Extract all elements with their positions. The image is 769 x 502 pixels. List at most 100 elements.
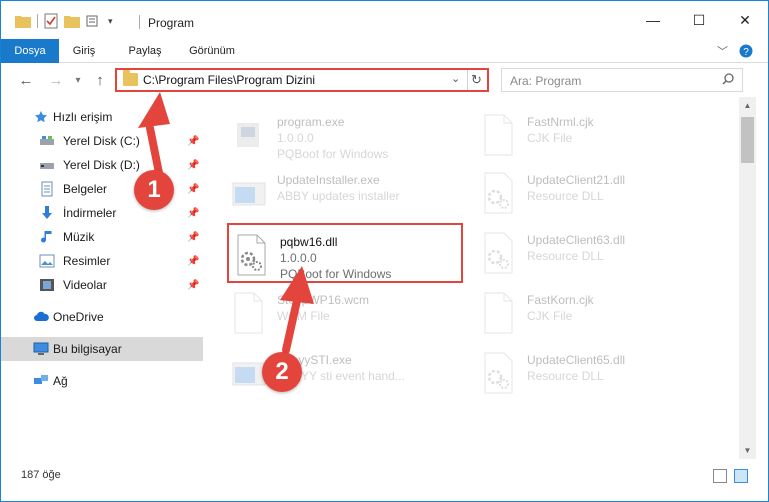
properties-icon[interactable] <box>44 13 58 29</box>
music-icon <box>39 229 55 245</box>
list-item[interactable]: UpdateClient63.dll Resource DLL <box>475 223 715 283</box>
new-folder-icon[interactable] <box>64 14 80 28</box>
downloads-icon <box>39 205 55 221</box>
list-item[interactable]: FastNrml.cjk CJK File <box>475 105 715 165</box>
list-item[interactable]: StoppWP16.wcm WCM File <box>225 283 465 343</box>
ribbon-tabs: Dosya Giriş Paylaş Görünüm ﹀ ? <box>1 39 768 99</box>
file-name: UpdateInstaller.exe <box>277 173 380 187</box>
dll-icon <box>484 172 513 214</box>
customize-icon[interactable] <box>86 14 102 28</box>
pin-icon[interactable]: 📌 <box>187 136 199 147</box>
close-button[interactable]: ✕ <box>722 1 768 39</box>
list-item[interactable]: UpdateClient21.dll Resource DLL <box>475 163 715 223</box>
file-type: CJK File <box>527 131 573 145</box>
file-version: 1.0.0.0 <box>277 131 314 145</box>
tab-share[interactable]: Paylaş <box>119 39 171 63</box>
search-input[interactable]: Ara: Program <box>501 68 743 92</box>
drive-icon <box>39 133 55 149</box>
maximize-button[interactable]: ☐ <box>676 1 722 39</box>
list-item[interactable]: program.exe 1.0.0.0 PQBoot for Windows <box>225 105 465 165</box>
star-icon <box>33 109 49 125</box>
app-icon <box>232 182 266 206</box>
sidebar-item-this-pc[interactable]: Bu bilgisayar <box>1 337 203 361</box>
vertical-scrollbar[interactable]: ▲ ▼ <box>739 97 756 459</box>
list-item[interactable]: AbbyySTI.exe ABBYY sti event hand... <box>225 343 465 403</box>
status-bar: 187 öğe <box>1 459 768 501</box>
sidebar-item-label: İndirmeler <box>63 206 117 220</box>
item-count: 187 öğe <box>21 469 61 481</box>
large-icons-view-icon[interactable] <box>734 469 748 483</box>
list-item[interactable]: FastKorn.cjk CJK File <box>475 283 715 343</box>
toolbar-separator <box>37 14 38 28</box>
list-item[interactable]: UpdateClient65.dll Resource DLL <box>475 343 715 403</box>
tab-home[interactable]: Giriş <box>63 39 105 63</box>
pin-icon[interactable]: 📌 <box>187 256 199 267</box>
pin-icon[interactable]: 📌 <box>187 160 199 171</box>
sidebar-item-label: Müzik <box>63 230 95 244</box>
sidebar-item-local-disk-c[interactable]: Yerel Disk (C:) 📌 <box>1 129 203 153</box>
address-path[interactable]: C:\Program Files\Program Dizini <box>143 73 315 87</box>
network-icon <box>33 373 49 389</box>
back-button[interactable]: ← <box>17 71 35 89</box>
window-title: Program <box>148 16 195 30</box>
details-view-icon[interactable] <box>713 469 727 483</box>
exe-icon <box>237 123 259 147</box>
sidebar-item-label: Yerel Disk (C:) <box>63 134 140 148</box>
sidebar-item-music[interactable]: Müzik 📌 <box>1 225 203 249</box>
sidebar-item-local-disk-d[interactable]: Yerel Disk (D:) 📌 <box>1 153 203 177</box>
pictures-icon <box>39 253 55 269</box>
title-bar: ▾ Program — ☐ ✕ <box>1 1 768 39</box>
drive-icon <box>39 157 55 173</box>
sidebar-item-onedrive[interactable]: OneDrive <box>1 305 203 329</box>
folder-icon <box>15 16 31 28</box>
minimize-button[interactable]: — <box>630 1 676 39</box>
file-name: UpdateClient65.dll <box>527 353 626 367</box>
chevron-down-icon[interactable]: ⌄ <box>451 72 460 85</box>
chevron-down-icon[interactable]: ▾ <box>108 16 113 27</box>
documents-icon <box>39 181 55 197</box>
file-type: Resource DLL <box>527 249 604 263</box>
sidebar-item-label: Belgeler <box>63 182 108 196</box>
file-icon <box>484 292 513 334</box>
file-description: ABBY updates installer <box>277 189 400 203</box>
ribbon-expand-icon[interactable]: ﹀ <box>717 43 728 59</box>
file-name: FastNrml.cjk <box>527 115 594 129</box>
file-icon <box>484 114 513 156</box>
file-type: Resource DLL <box>527 369 604 383</box>
sidebar-item-network[interactable]: Ağ <box>1 369 203 393</box>
cloud-icon <box>33 309 49 325</box>
navigation-pane: Hızlı erişim Yerel Disk (C:) 📌 Yerel Dis… <box>1 97 203 459</box>
refresh-icon[interactable]: ↻ <box>471 72 482 88</box>
search-placeholder: Ara: Program <box>510 74 582 88</box>
dll-icon <box>484 352 513 394</box>
sidebar-item-quick-access[interactable]: Hızlı erişim <box>1 105 203 129</box>
file-icon <box>234 292 263 334</box>
quick-access-toolbar: ▾ <box>15 13 113 29</box>
sidebar-item-videos[interactable]: Videolar 📌 <box>1 273 203 297</box>
address-divider <box>467 70 468 90</box>
search-icon[interactable] <box>722 73 734 85</box>
pin-icon[interactable]: 📌 <box>187 184 199 195</box>
videos-icon <box>39 277 55 293</box>
sidebar-item-pictures[interactable]: Resimler 📌 <box>1 249 203 273</box>
scroll-thumb[interactable] <box>741 117 754 163</box>
sidebar-item-label: Hızlı erişim <box>53 110 113 124</box>
scroll-up-icon[interactable]: ▲ <box>739 97 756 114</box>
callout-badge: 2 <box>262 352 302 392</box>
scroll-down-icon[interactable]: ▼ <box>739 442 756 459</box>
forward-button[interactable]: → <box>47 71 65 89</box>
address-bar[interactable]: C:\Program Files\Program Dizini ⌄ ↻ <box>115 68 489 92</box>
up-button[interactable]: ↑ <box>91 71 109 89</box>
pin-icon[interactable]: 📌 <box>187 208 199 219</box>
pin-icon[interactable]: 📌 <box>187 232 199 243</box>
sidebar-item-label: OneDrive <box>53 310 104 324</box>
file-description: PQBoot for Windows <box>277 147 389 161</box>
sidebar-item-downloads[interactable]: İndirmeler 📌 <box>1 201 203 225</box>
sidebar-item-label: Videolar <box>63 278 107 292</box>
svg-text:?: ? <box>743 47 749 58</box>
tab-view[interactable]: Görünüm <box>179 39 245 63</box>
recent-locations-button[interactable]: ▾ <box>69 71 87 89</box>
pin-icon[interactable]: 📌 <box>187 280 199 291</box>
list-item[interactable]: UpdateInstaller.exe ABBY updates install… <box>225 163 465 223</box>
help-icon[interactable]: ? <box>739 44 753 58</box>
